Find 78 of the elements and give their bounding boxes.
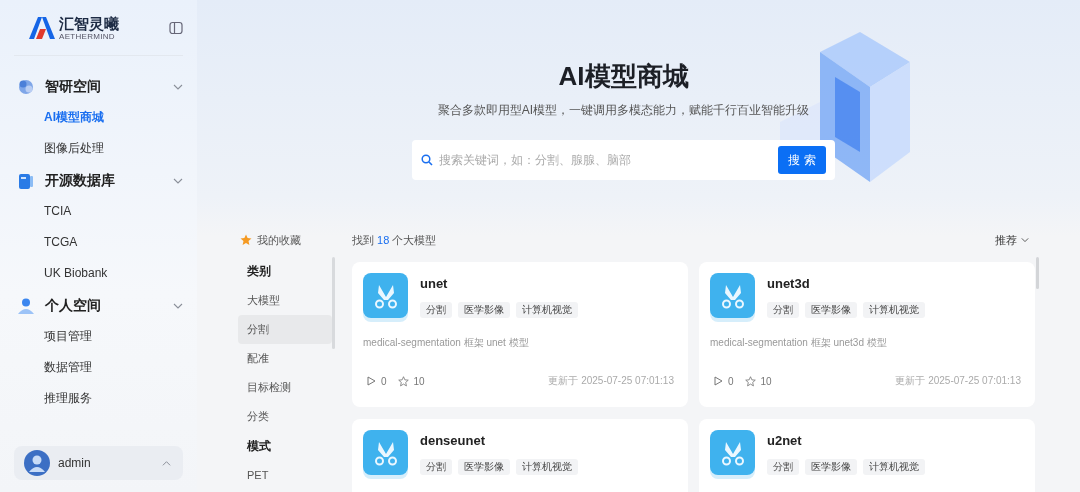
tag: 分割 — [420, 459, 452, 475]
filter-item[interactable]: 目标检测 — [238, 373, 332, 402]
nav-item[interactable]: UK Biobank — [14, 258, 183, 289]
model-description: medical-segmentation 框架 unet3d 模型 — [710, 336, 888, 350]
tag: 分割 — [420, 302, 452, 318]
tag: 医学影像 — [805, 302, 857, 318]
tag: 计算机视觉 — [516, 459, 578, 475]
brain-icon — [16, 77, 36, 97]
tag: 医学影像 — [805, 459, 857, 475]
sidebar-toggle-icon[interactable] — [169, 20, 183, 35]
star-outline-icon — [744, 375, 756, 387]
tag: 计算机视觉 — [516, 302, 578, 318]
star-outline-icon — [397, 375, 409, 387]
chevron-icon — [173, 301, 183, 311]
updated-time: 更新于 2025-07-25 07:01:13 — [548, 374, 674, 388]
updated-time: 更新于 2025-07-25 07:01:13 — [895, 374, 1021, 388]
model-card[interactable]: u2net 分割 医学影像 计算机视觉 — [699, 419, 1035, 492]
person-icon — [16, 296, 36, 316]
sort-dropdown[interactable]: 推荐 — [995, 232, 1035, 248]
logo-icon — [29, 16, 55, 39]
brand-tagline: AETHERMIND — [59, 31, 116, 41]
model-name: denseunet — [420, 433, 486, 449]
nav-group[interactable]: 个人空间 — [14, 291, 183, 321]
filter-item[interactable]: 配准 — [238, 344, 332, 373]
run-count: 0 — [381, 375, 387, 387]
filter-item[interactable]: 大模型 — [238, 286, 332, 315]
tag: 分割 — [767, 459, 799, 475]
user-menu[interactable]: admin — [14, 446, 183, 480]
favorites-link[interactable]: 我的收藏 — [238, 229, 335, 251]
nav-group[interactable]: 开源数据库 — [14, 166, 183, 196]
star-icon — [240, 234, 252, 246]
filter-heading: 类别 — [246, 263, 272, 280]
nav-group[interactable]: 智研空间 — [14, 72, 183, 102]
page-subtitle: 聚合多款即用型AI模型，一键调用多模态能力，赋能千行百业智能升级 — [437, 102, 810, 119]
search-icon — [421, 154, 433, 166]
play-icon — [713, 376, 723, 386]
tag: 分割 — [767, 302, 799, 318]
nav-item[interactable]: 项目管理 — [14, 321, 183, 352]
nav-item[interactable]: 推理服务 — [14, 383, 183, 414]
page-title: AI模型商城 — [558, 60, 689, 92]
search-field[interactable]: 搜索关键词，如：分割、腺腺、脑部 搜 索 — [412, 140, 835, 180]
scissors-icon — [363, 273, 408, 322]
star-count: 10 — [413, 375, 425, 387]
tag: 计算机视觉 — [863, 302, 925, 318]
model-card[interactable]: unet3d 分割 医学影像 计算机视觉 medical-segmentation 框架 unet3d 模型 0 10 更新于 2025-07-25 07:01:13 — [699, 262, 1035, 407]
caret-icon — [1021, 236, 1029, 244]
scissors-icon — [710, 430, 755, 479]
scissors-icon — [710, 273, 755, 322]
chevron-icon — [173, 176, 183, 186]
filter-item[interactable]: PET — [238, 461, 332, 490]
scissors-icon — [363, 430, 408, 479]
filter-item[interactable]: 分割 — [238, 315, 332, 344]
result-count: 找到 18 个大模型 — [352, 232, 437, 248]
filter-item[interactable]: 分类 — [238, 402, 332, 431]
star-count: 10 — [760, 375, 772, 387]
model-name: unet — [420, 276, 449, 292]
nav-item[interactable]: TCGA — [14, 227, 183, 258]
model-card[interactable]: denseunet 分割 医学影像 计算机视觉 — [352, 419, 688, 492]
model-description: medical-segmentation 框架 unet 模型 — [363, 336, 530, 350]
nav-item[interactable]: AI模型商城 — [14, 102, 183, 133]
chevron-icon — [173, 82, 183, 92]
model-name: unet3d — [767, 276, 811, 292]
tag: 医学影像 — [458, 459, 510, 475]
database-icon — [16, 171, 36, 191]
avatar-icon — [24, 450, 50, 476]
nav-item[interactable]: TCIA — [14, 196, 183, 227]
model-name: u2net — [767, 433, 803, 449]
tag: 计算机视觉 — [863, 459, 925, 475]
nav-item[interactable]: 数据管理 — [14, 352, 183, 383]
nav-item[interactable]: 图像后处理 — [14, 133, 183, 164]
brand-name: 汇智灵曦 — [59, 14, 119, 32]
filter-heading: 模式 — [246, 438, 272, 455]
tag: 医学影像 — [458, 302, 510, 318]
model-card[interactable]: unet 分割 医学影像 计算机视觉 medical-segmentation 框架 unet 模型 0 10 更新于 2025-07-25 07:01:13 — [352, 262, 688, 407]
chevron-icon — [162, 458, 171, 468]
search-button[interactable]: 搜 索 — [778, 146, 826, 174]
run-count: 0 — [728, 375, 734, 387]
play-icon — [366, 376, 376, 386]
